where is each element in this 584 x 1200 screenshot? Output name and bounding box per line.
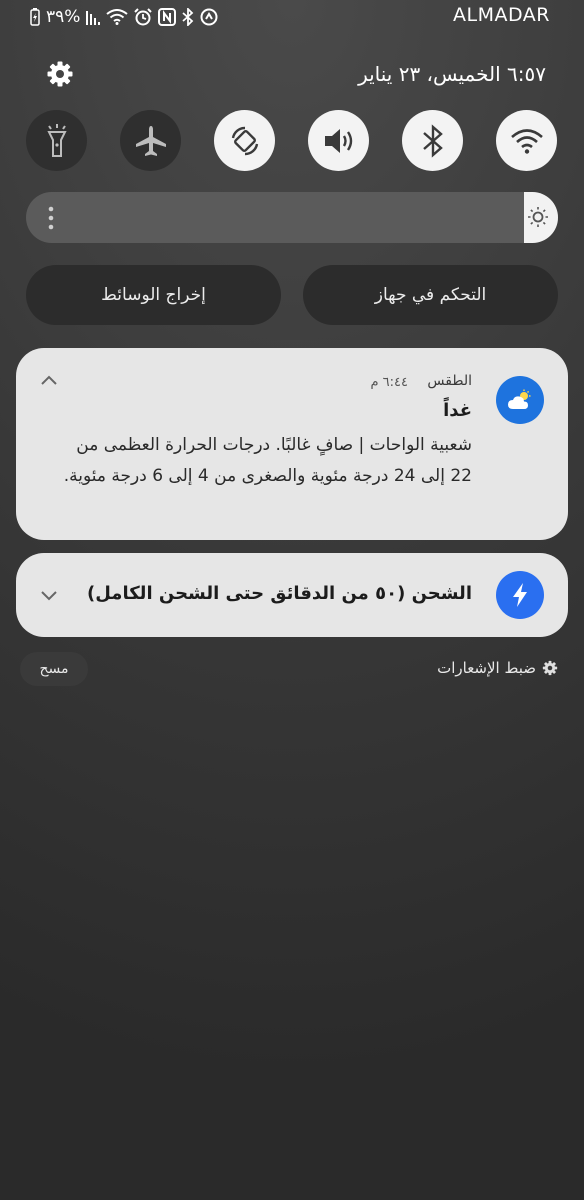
- charging-app-icon: [496, 571, 544, 619]
- tile-sound[interactable]: [308, 110, 369, 171]
- notification-settings-label: ضبط الإشعارات: [437, 659, 536, 677]
- weather-app-icon: [496, 376, 544, 424]
- notification-settings-link[interactable]: ضبط الإشعارات: [437, 659, 558, 677]
- chevron-up-icon[interactable]: [38, 370, 60, 392]
- airplane-icon: [135, 125, 166, 156]
- settings-button[interactable]: [46, 60, 74, 88]
- gear-icon: [47, 61, 73, 87]
- media-output-button[interactable]: إخراج الوسائط: [26, 265, 281, 325]
- alarm-icon: [134, 8, 153, 26]
- status-icons: ٣٩%: [30, 6, 218, 28]
- carrier-name: ALMADAR: [453, 4, 550, 26]
- tile-airplane-mode[interactable]: [120, 110, 181, 171]
- notification-app-name: الطقس: [427, 373, 472, 389]
- more-options-icon[interactable]: [48, 206, 54, 230]
- clear-button[interactable]: مسح: [20, 652, 88, 686]
- device-control-label: التحكم في جهاز: [374, 285, 487, 305]
- chevron-down-icon[interactable]: [38, 584, 60, 606]
- rotate-icon: [231, 126, 258, 155]
- battery-charging-icon: [30, 8, 40, 26]
- clear-label: مسح: [39, 661, 69, 677]
- tile-wifi[interactable]: [496, 110, 557, 171]
- tile-bluetooth[interactable]: [402, 110, 463, 171]
- charging-notification[interactable]: الشحن (٥٠ من الدقائق حتى الشحن الكامل): [16, 553, 568, 637]
- bluetooth-icon: [422, 123, 443, 158]
- gear-icon: [542, 660, 558, 676]
- signal-icon: [86, 11, 101, 25]
- notification-title: غداً: [443, 400, 472, 421]
- speaker-icon: [324, 128, 352, 153]
- media-output-label: إخراج الوسائط: [101, 285, 206, 305]
- lightning-icon: [513, 583, 527, 607]
- wifi-icon: [510, 128, 543, 154]
- tile-flashlight[interactable]: [26, 110, 87, 171]
- tile-auto-rotate[interactable]: [214, 110, 275, 171]
- wifi-icon: [106, 9, 129, 25]
- sun-icon: [528, 207, 548, 227]
- notification-body: شعبية الواحات | صافٍ غالبًا. درجات الحرا…: [63, 435, 472, 486]
- charging-text: الشحن (٥٠ من الدقائق حتى الشحن الكامل): [87, 583, 472, 604]
- date-time: ٦:٥٧ الخميس، ٢٣ يناير: [358, 62, 546, 86]
- battery-percent: ٣٩%: [46, 7, 81, 27]
- nfc-icon: [158, 8, 177, 26]
- brightness-slider[interactable]: [26, 192, 558, 243]
- weather-notification[interactable]: الطقس ٦:٤٤ م غداً شعبية الواحات | صافٍ غ…: [16, 348, 568, 540]
- weather-icon: [508, 389, 531, 409]
- bluetooth-icon: [182, 8, 194, 26]
- data-saver-icon: [200, 8, 218, 26]
- device-control-button[interactable]: التحكم في جهاز: [303, 265, 558, 325]
- flashlight-icon: [46, 123, 67, 157]
- notification-time: ٦:٤٤ م: [370, 375, 408, 390]
